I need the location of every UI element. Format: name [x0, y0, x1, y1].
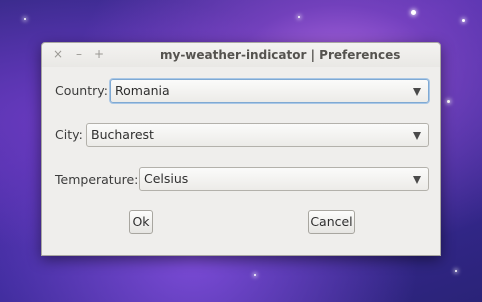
star-decoration: [254, 274, 256, 276]
preferences-dialog: × – + my-weather-indicator | Preferences…: [41, 42, 441, 256]
window-title: my-weather-indicator | Preferences: [160, 48, 401, 62]
minimize-icon[interactable]: –: [72, 47, 86, 61]
star-decoration: [411, 10, 416, 15]
desktop-background: × – + my-weather-indicator | Preferences…: [0, 0, 482, 302]
star-decoration: [447, 100, 450, 103]
country-label: Country:: [55, 83, 108, 98]
cancel-button[interactable]: Cancel: [308, 210, 355, 234]
title-bar[interactable]: × – + my-weather-indicator | Preferences: [42, 43, 440, 67]
temperature-value: Celsius: [144, 171, 189, 186]
star-decoration: [24, 18, 26, 20]
city-label: City:: [55, 127, 83, 142]
maximize-icon[interactable]: +: [92, 47, 106, 61]
dropdown-arrow-icon: [413, 176, 421, 184]
dropdown-arrow-icon: [413, 88, 421, 96]
country-value: Romania: [115, 83, 170, 98]
dropdown-arrow-icon: [413, 132, 421, 140]
country-select[interactable]: Romania: [110, 79, 429, 103]
city-value: Bucharest: [91, 127, 154, 142]
temperature-select[interactable]: Celsius: [139, 167, 429, 191]
temperature-label: Temperature:: [55, 172, 139, 187]
ok-button[interactable]: Ok: [129, 210, 153, 234]
close-icon[interactable]: ×: [51, 47, 65, 61]
star-decoration: [462, 19, 465, 22]
star-decoration: [298, 16, 300, 18]
star-decoration: [455, 270, 457, 272]
city-select[interactable]: Bucharest: [86, 123, 429, 147]
